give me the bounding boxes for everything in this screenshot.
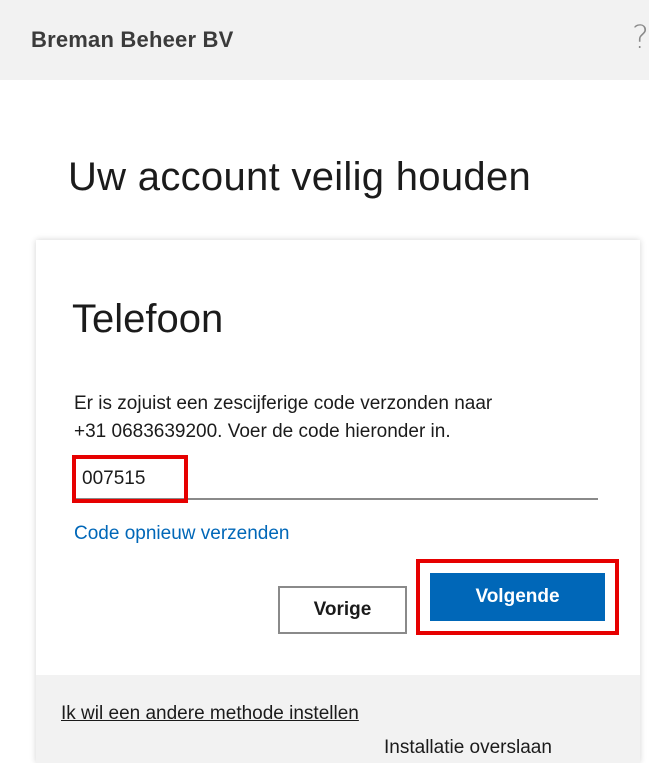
instruction-line-1: Er is zojuist een zescijferige code verz… (74, 393, 493, 414)
top-bar: Breman Beheer BV ? (0, 0, 649, 80)
next-button[interactable]: Volgende (430, 573, 605, 621)
main-content: Uw account veilig houden Telefoon Er is … (0, 80, 649, 763)
instruction-text: Er is zojuist een zescijferige code verz… (74, 390, 614, 446)
card-title: Telefoon (72, 297, 224, 341)
page-title: Uw account veilig houden (68, 155, 532, 199)
other-method-link[interactable]: Ik wil een andere methode instellen (61, 703, 359, 725)
organization-name: Breman Beheer BV (31, 27, 234, 52)
card-footer: Ik wil een andere methode instellen Inst… (36, 675, 640, 763)
help-icon[interactable]: ? (632, 18, 649, 56)
resend-code-link[interactable]: Code opnieuw verzenden (74, 523, 290, 545)
setup-card: Telefoon Er is zojuist een zescijferige … (36, 240, 640, 763)
verification-code-input[interactable] (74, 456, 598, 500)
back-button[interactable]: Vorige (278, 586, 407, 634)
skip-setup-link[interactable]: Installatie overslaan (384, 737, 552, 759)
instruction-line-2: +31 0683639200. Voer de code hieronder i… (74, 421, 451, 442)
